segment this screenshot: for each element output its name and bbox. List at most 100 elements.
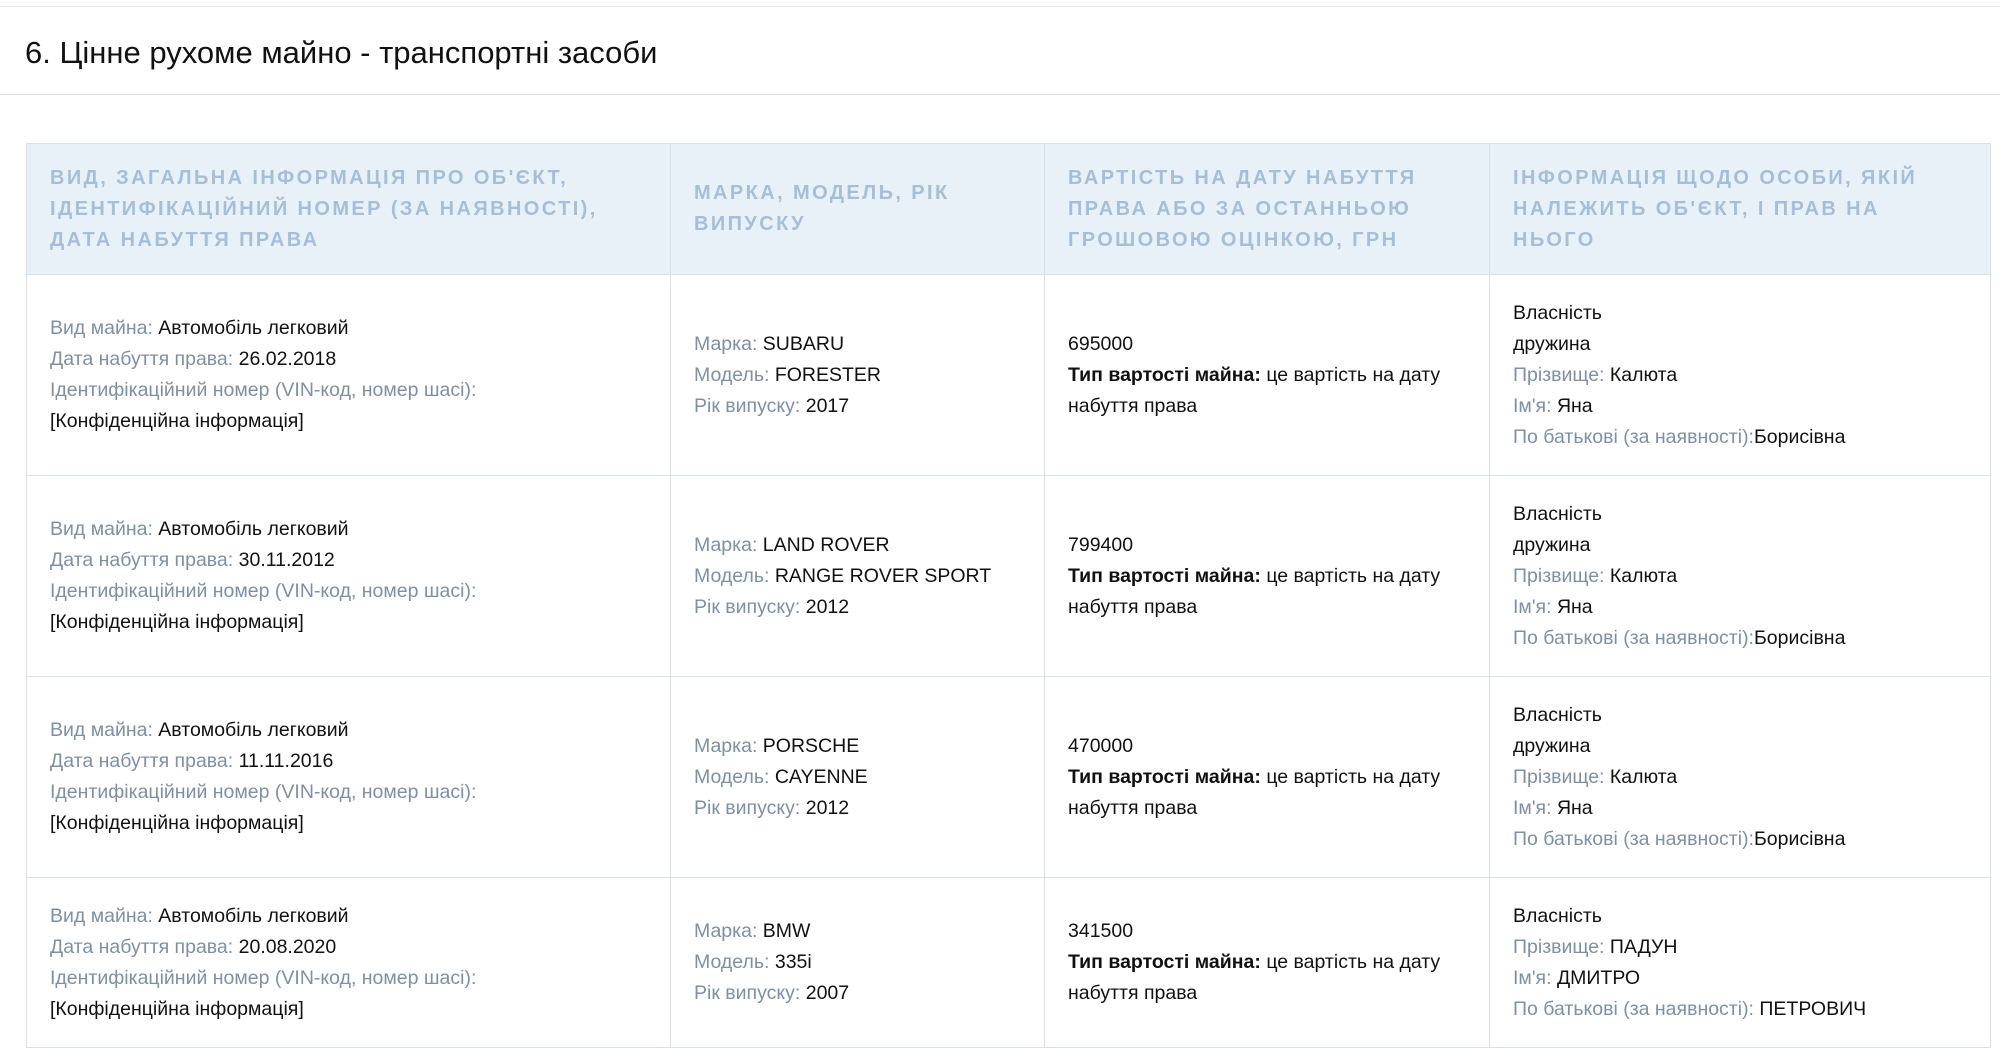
label-patronymic: По батькові (за наявності): [1513, 997, 1754, 1020]
brand: SUBARU [762, 332, 845, 355]
table-row: Вид майна: Автомобіль легковий Дата набу… [26, 475, 1991, 677]
year: 2007 [805, 982, 850, 1004]
label-year: Рік випуску: [694, 796, 801, 819]
value-amount: 799400 [1068, 533, 1134, 556]
value-amount: 470000 [1068, 734, 1134, 757]
label-model: Модель: [694, 363, 770, 386]
label-vin: Ідентифікаційний номер (VIN-код, номер ш… [50, 781, 477, 803]
year: 2012 [805, 595, 850, 618]
cell-value: 470000 Тип вартості майна: це вартість н… [1044, 676, 1490, 878]
label-acquisition-date: Дата набуття права: [50, 935, 234, 958]
owner-name: ДМИТРО [1556, 966, 1641, 989]
model: CAYENNE [774, 765, 868, 788]
label-patronymic: По батькові (за наявності): [1513, 425, 1754, 448]
label-property-type: Вид майна: [50, 719, 153, 741]
owner-relation: дружина [1513, 332, 1591, 355]
owner-patronymic: ПЕТРОВИЧ [1759, 997, 1867, 1020]
cell-value: 341500 Тип вартості майна: це вартість н… [1044, 877, 1490, 1048]
ownership-type: Власність [1513, 904, 1602, 927]
header-brand-model: МАРКА, МОДЕЛЬ, РІК ВИПУСКУ [670, 143, 1045, 275]
label-value-type: Тип вартості майна: [1068, 765, 1261, 788]
acquisition-date: 26.02.2018 [238, 348, 337, 370]
label-brand: Марка: [694, 734, 758, 757]
label-vin: Ідентифікаційний номер (VIN-код, номер ш… [50, 966, 477, 989]
vin-value: [Конфіденційна інформація] [50, 997, 304, 1020]
year: 2017 [805, 394, 850, 417]
section-title: 6. Цінне рухоме майно - транспортні засо… [25, 35, 658, 70]
label-patronymic: По батькові (за наявності): [1513, 827, 1754, 850]
acquisition-date: 20.08.2020 [238, 935, 337, 958]
header-object-info: ВИД, ЗАГАЛЬНА ІНФОРМАЦІЯ ПРО ОБ'ЄКТ, ІДЕ… [26, 143, 671, 275]
owner-patronymic: Борисівна [1753, 425, 1846, 448]
cell-value: 799400 Тип вартості майна: це вартість н… [1044, 475, 1490, 677]
value-amount: 341500 [1068, 920, 1134, 942]
label-surname: Прізвище: [1513, 564, 1605, 587]
label-year: Рік випуску: [694, 982, 801, 1004]
property-type: Автомобіль легковий [158, 518, 349, 540]
label-surname: Прізвище: [1513, 765, 1605, 788]
header-value: ВАРТІСТЬ НА ДАТУ НАБУТТЯ ПРАВА АБО ЗА ОС… [1044, 143, 1490, 275]
owner-name: Яна [1556, 595, 1593, 618]
model: FORESTER [774, 363, 882, 386]
label-model: Модель: [694, 951, 770, 973]
label-value-type: Тип вартості майна: [1068, 363, 1261, 386]
label-brand: Марка: [694, 920, 758, 942]
table-header-row: ВИД, ЗАГАЛЬНА ІНФОРМАЦІЯ ПРО ОБ'ЄКТ, ІДЕ… [26, 143, 1991, 275]
label-year: Рік випуску: [694, 394, 801, 417]
cell-brand-model: Марка: PORSCHE Модель: CAYENNE Рік випус… [670, 676, 1045, 878]
label-patronymic: По батькові (за наявності): [1513, 626, 1754, 649]
label-name: Ім'я: [1513, 796, 1552, 819]
vin-value: [Конфіденційна інформація] [50, 812, 304, 834]
table-row: Вид майна: Автомобіль легковий Дата набу… [26, 274, 1991, 476]
cell-owner-info: Власність дружина Прізвище: Калюта Ім'я:… [1489, 274, 1991, 476]
cell-value: 695000 Тип вартості майна: це вартість н… [1044, 274, 1490, 476]
owner-patronymic: Борисівна [1753, 626, 1846, 649]
label-value-type: Тип вартості майна: [1068, 564, 1261, 587]
vin-value: [Конфіденційна інформація] [50, 410, 304, 432]
label-brand: Марка: [694, 533, 758, 556]
ownership-type: Власність [1513, 301, 1602, 324]
ownership-type: Власність [1513, 703, 1602, 726]
label-acquisition-date: Дата набуття права: [50, 348, 234, 370]
vehicles-table: ВИД, ЗАГАЛЬНА ІНФОРМАЦІЯ ПРО ОБ'ЄКТ, ІДЕ… [26, 143, 1991, 1048]
label-property-type: Вид майна: [50, 904, 153, 927]
label-property-type: Вид майна: [50, 518, 153, 540]
acquisition-date: 11.11.2016 [238, 750, 334, 772]
cell-brand-model: Марка: LAND ROVER Модель: RANGE ROVER SP… [670, 475, 1045, 677]
cell-owner-info: Власність Прізвище: ПАДУН Ім'я: ДМИТРО П… [1489, 877, 1991, 1048]
cell-object-info: Вид майна: Автомобіль легковий Дата набу… [26, 274, 671, 476]
vin-value: [Конфіденційна інформація] [50, 611, 304, 633]
property-type: Автомобіль легковий [158, 904, 349, 927]
label-name: Ім'я: [1513, 394, 1552, 417]
owner-relation: дружина [1513, 533, 1591, 556]
cell-owner-info: Власність дружина Прізвище: Калюта Ім'я:… [1489, 475, 1991, 677]
owner-relation: дружина [1513, 734, 1591, 757]
label-surname: Прізвище: [1513, 935, 1605, 958]
label-year: Рік випуску: [694, 595, 801, 618]
owner-surname: Калюта [1609, 564, 1678, 587]
cell-brand-model: Марка: SUBARU Модель: FORESTER Рік випус… [670, 274, 1045, 476]
label-vin: Ідентифікаційний номер (VIN-код, номер ш… [50, 379, 477, 401]
label-surname: Прізвище: [1513, 363, 1605, 386]
label-acquisition-date: Дата набуття права: [50, 750, 234, 772]
property-type: Автомобіль легковий [158, 317, 349, 339]
owner-surname: Калюта [1609, 765, 1678, 788]
label-name: Ім'я: [1513, 595, 1552, 618]
label-brand: Марка: [694, 332, 758, 355]
label-property-type: Вид майна: [50, 317, 153, 339]
label-value-type: Тип вартості майна: [1068, 951, 1261, 973]
acquisition-date: 30.11.2012 [238, 549, 335, 571]
owner-name: Яна [1556, 796, 1593, 819]
label-name: Ім'я: [1513, 966, 1552, 989]
cell-object-info: Вид майна: Автомобіль легковий Дата набу… [26, 877, 671, 1048]
model: RANGE ROVER SPORT [774, 564, 992, 587]
owner-surname: ПАДУН [1609, 935, 1678, 958]
model: 335i [774, 951, 812, 973]
cell-brand-model: Марка: BMW Модель: 335i Рік випуску: 200… [670, 877, 1045, 1048]
brand: BMW [762, 920, 811, 942]
label-vin: Ідентифікаційний номер (VIN-код, номер ш… [50, 580, 477, 602]
ownership-type: Власність [1513, 502, 1602, 525]
brand: PORSCHE [762, 734, 860, 757]
table-row: Вид майна: Автомобіль легковий Дата набу… [26, 877, 1991, 1048]
header-owner-info: ІНФОРМАЦІЯ ЩОДО ОСОБИ, ЯКІЙ НАЛЕЖИТЬ ОБ'… [1489, 143, 1991, 275]
